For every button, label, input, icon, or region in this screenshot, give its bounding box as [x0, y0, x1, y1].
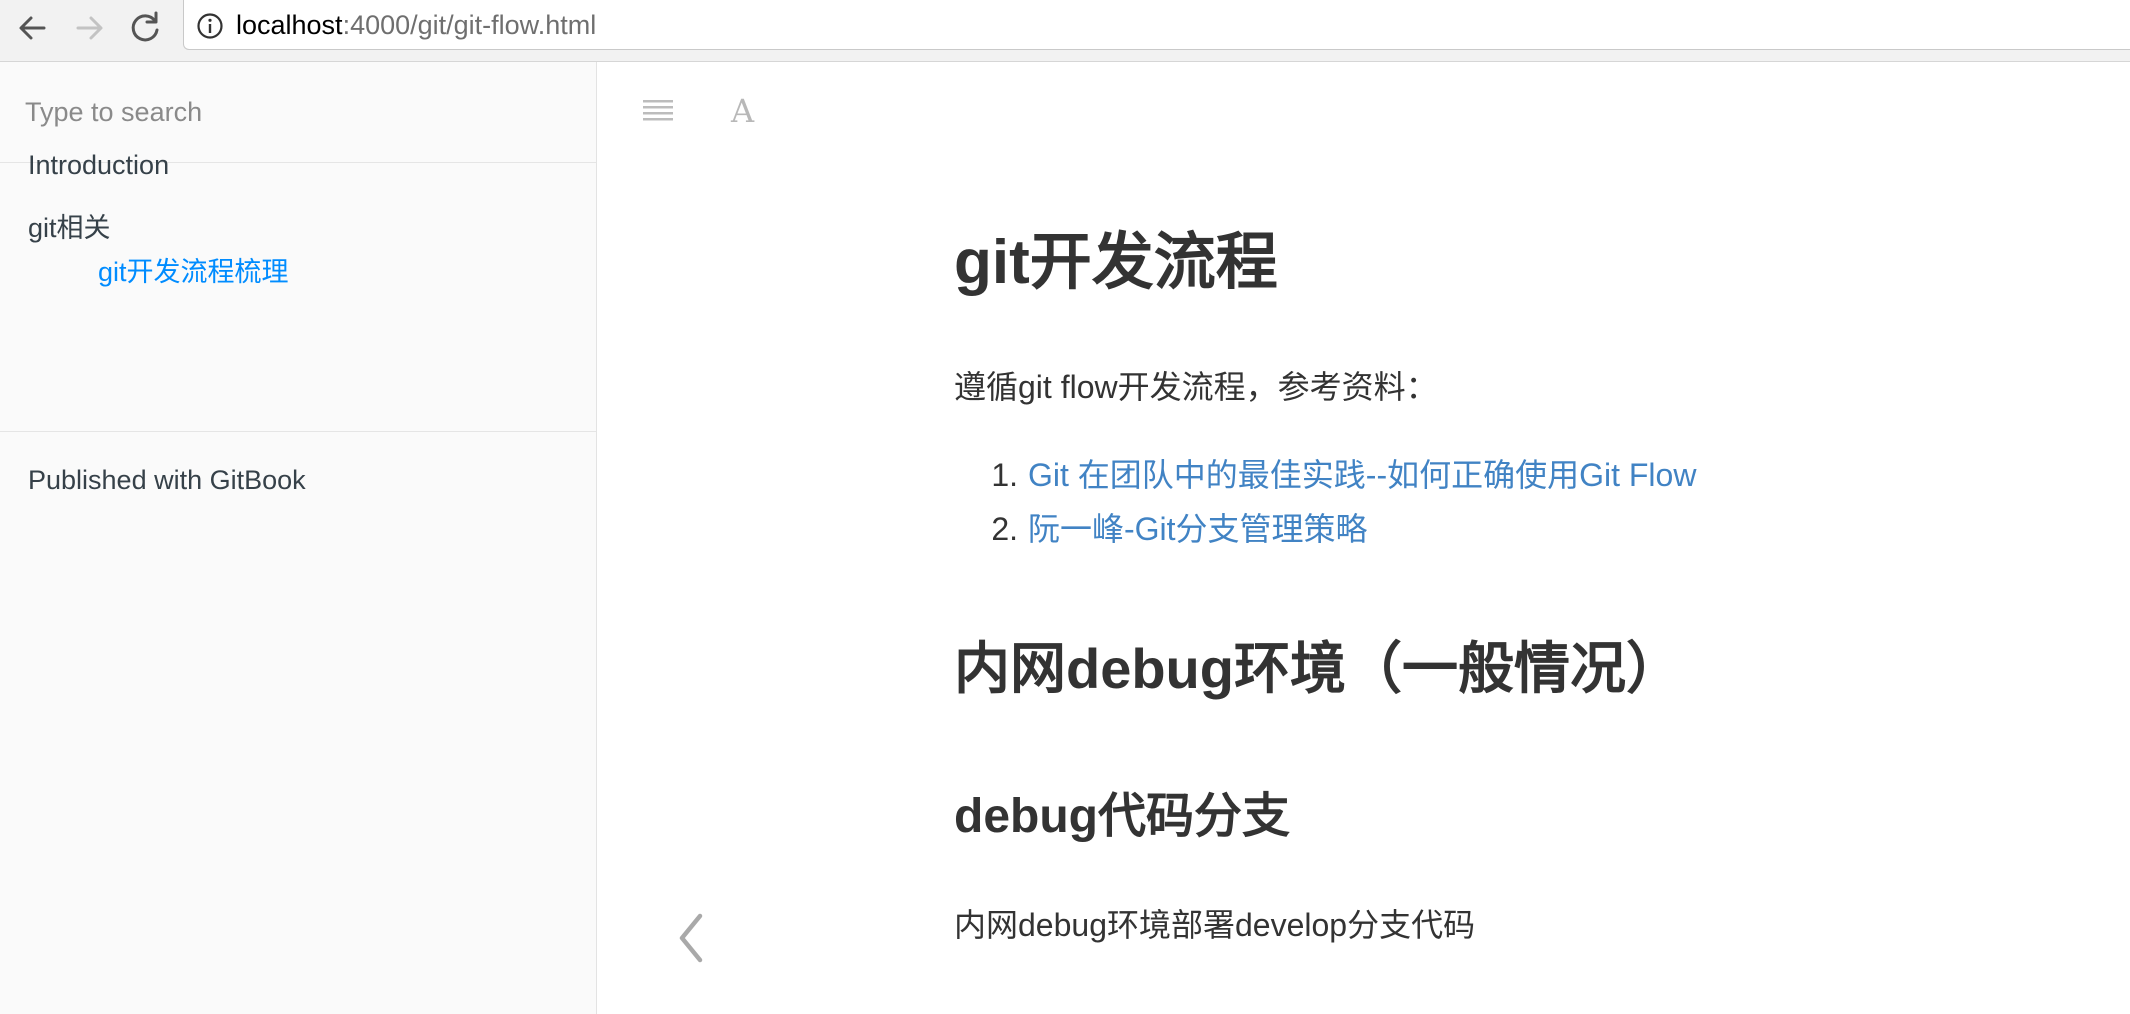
url-text[interactable]: localhost:4000/git/git-flow.html: [236, 7, 596, 43]
arrow-right-icon: [76, 16, 103, 40]
search-box: [0, 62, 596, 163]
info-circle-icon[interactable]: [196, 12, 224, 40]
gitbook-credit-link[interactable]: Published with GitBook: [28, 465, 306, 496]
subsection-heading: debug代码分支: [954, 790, 1290, 843]
url-host: localhost: [236, 10, 343, 40]
back-button[interactable]: [10, 5, 56, 51]
sidebar-item-introduction[interactable]: Introduction: [28, 150, 169, 181]
reference-link[interactable]: 阮一峰-Git分支管理策略: [1028, 511, 1368, 547]
previous-page-button[interactable]: [670, 908, 710, 968]
list-item: 2. 阮一峰-Git分支管理策略: [980, 502, 1696, 556]
forward-button[interactable]: [66, 5, 112, 51]
sidebar-item-git[interactable]: git相关: [28, 206, 111, 245]
body-paragraph: 内网debug环境部署develop分支代码: [954, 907, 1476, 943]
chevron-left-icon: [679, 913, 703, 963]
url-path: :4000/git/git-flow.html: [342, 10, 597, 40]
intro-paragraph: 遵循git flow开发流程，参考资料：: [954, 369, 1438, 405]
address-bar[interactable]: localhost:4000/git/git-flow.html: [183, 0, 2130, 50]
sidebar-item-git-flow[interactable]: git开发流程梳理: [98, 250, 289, 289]
list-number: 2.: [991, 511, 1018, 547]
search-input[interactable]: [25, 90, 565, 134]
font-settings-icon[interactable]: A: [731, 93, 754, 129]
list-number: 1.: [991, 457, 1018, 493]
page-title: git开发流程: [954, 228, 1278, 297]
list-item: 1. Git 在团队中的最佳实践--如何正确使用Git Flow: [980, 448, 1696, 502]
arrow-left-icon: [19, 16, 46, 40]
hamburger-menu-icon[interactable]: [643, 98, 673, 129]
reference-list: 1. Git 在团队中的最佳实践--如何正确使用Git Flow 2. 阮一峰-Gi…: [954, 448, 1696, 556]
reference-link[interactable]: Git 在团队中的最佳实践--如何正确使用Git Flow: [1028, 457, 1696, 493]
reload-icon: [131, 11, 159, 42]
book-summary-sidebar: Introduction git相关 git开发流程梳理 Published w…: [0, 62, 597, 1014]
sidebar-divider: [0, 431, 596, 432]
reload-button[interactable]: [122, 5, 168, 51]
section-heading: 内网debug环境（一般情况）: [954, 637, 1682, 700]
browser-toolbar: localhost:4000/git/git-flow.html: [0, 0, 2130, 62]
